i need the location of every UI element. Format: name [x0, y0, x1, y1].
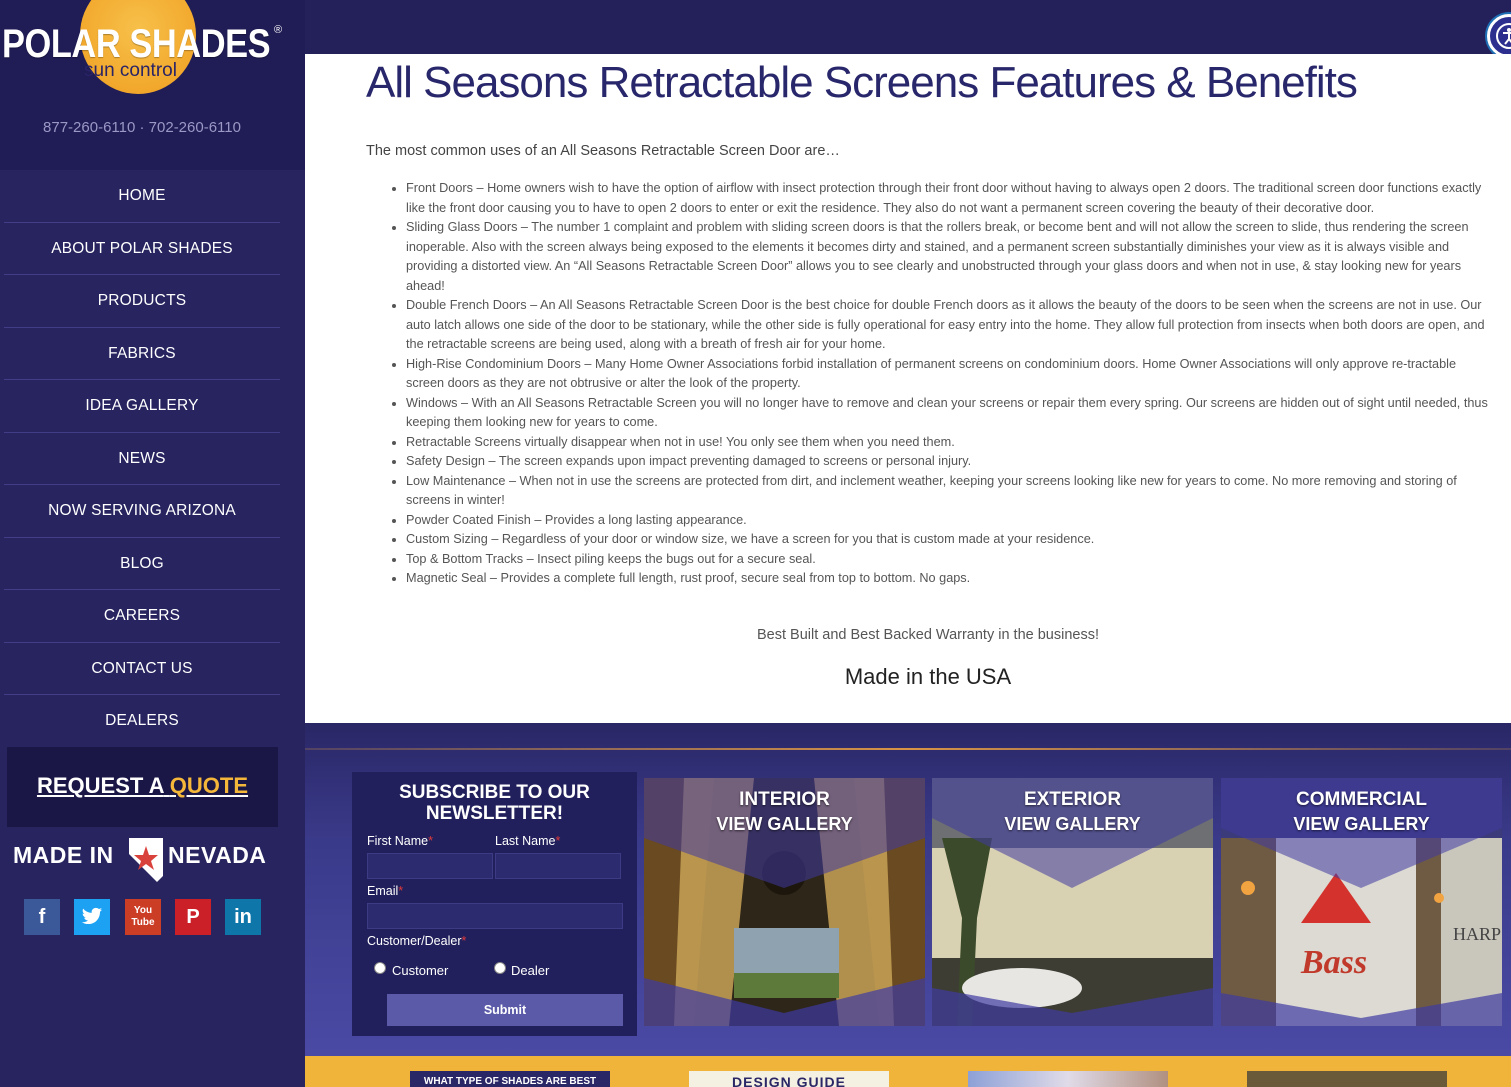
pinterest-icon[interactable]: P [175, 899, 211, 935]
nav-item-dealers[interactable]: DEALERS [4, 695, 280, 748]
list-item: Custom Sizing – Regardless of your door … [406, 530, 1492, 550]
nav-item-news[interactable]: NEWS [4, 433, 280, 485]
top-bar [305, 0, 1511, 54]
list-item: Top & Bottom Tracks – Insect piling keep… [406, 550, 1492, 570]
list-item: Powder Coated Finish – Provides a long l… [406, 511, 1492, 531]
page-title: All Seasons Retractable Screens Features… [366, 58, 1358, 107]
nav-item-home[interactable]: HOME [4, 170, 280, 223]
exterior-gallery-card[interactable]: EXTERIOR VIEW GALLERY [932, 778, 1213, 1026]
newsletter-title: SUBSCRIBE TO OUR NEWSLETTER! [399, 782, 590, 824]
promo-card-3[interactable] [968, 1071, 1168, 1087]
view-gallery-link[interactable]: VIEW GALLERY [644, 814, 925, 835]
warranty-tagline: Best Built and Best Backed Warranty in t… [757, 627, 1099, 643]
nav-item-about[interactable]: ABOUT POLAR SHADES [4, 223, 280, 275]
list-item: Low Maintenance – When not in use the sc… [406, 472, 1492, 511]
list-item: Front Doors – Home owners wish to have t… [406, 179, 1492, 218]
phone-numbers[interactable]: 877-260-6110 · 702-260-6110 [0, 119, 284, 136]
view-gallery-link[interactable]: VIEW GALLERY [1221, 814, 1502, 835]
first-name-field[interactable] [367, 853, 493, 879]
list-item: Magnetic Seal – Provides a complete full… [406, 569, 1492, 589]
nav-item-products[interactable]: PRODUCTS [4, 275, 280, 328]
promo-card-4[interactable] [1247, 1071, 1447, 1087]
made-in-text: MADE IN [13, 842, 114, 868]
youtube-icon[interactable]: You Tube [125, 899, 161, 935]
submit-button[interactable]: Submit [387, 994, 623, 1026]
facebook-icon[interactable]: f [24, 899, 60, 935]
twitter-icon[interactable] [74, 899, 110, 935]
main-content: All Seasons Retractable Screens Features… [305, 54, 1511, 723]
made-in-nevada-badge: MADE IN NEVADA [13, 836, 283, 886]
list-item: Retractable Screens virtually disappear … [406, 433, 1492, 453]
first-name-label: First Name* [367, 834, 433, 848]
gallery-title: EXTERIOR [1023, 789, 1122, 810]
sidebar: POLAR SHADES ® sun control 877-260-6110 … [0, 0, 305, 1087]
registered-mark: ® [274, 24, 283, 36]
list-item: High-Rise Condominium Doors – Many Home … [406, 355, 1492, 394]
dealer-radio-label[interactable]: Dealer [511, 963, 549, 978]
nevada-state-icon [129, 838, 163, 882]
request-quote-button[interactable]: REQUEST A QUOTE [7, 747, 278, 827]
promo-strip: WHAT TYPE OF SHADES ARE BEST DESIGN GUID… [305, 1056, 1511, 1087]
nav-item-idea-gallery[interactable]: IDEA GALLERY [4, 380, 280, 433]
band-divider [305, 748, 1511, 750]
view-gallery-link[interactable]: VIEW GALLERY [932, 814, 1213, 835]
brand-tagline: sun control [84, 60, 177, 81]
nav-item-arizona[interactable]: NOW SERVING ARIZONA [4, 485, 280, 538]
nav-item-blog[interactable]: BLOG [4, 538, 280, 590]
nevada-text: NEVADA [168, 842, 267, 868]
feature-list: Front Doors – Home owners wish to have t… [406, 179, 1492, 589]
customer-radio[interactable] [374, 962, 386, 974]
logo-area[interactable]: POLAR SHADES ® sun control 877-260-6110 … [0, 0, 305, 170]
gallery-title: INTERIOR [739, 789, 830, 810]
nav-item-fabrics[interactable]: FABRICS [4, 328, 280, 380]
svg-text:Bass: Bass [1300, 944, 1367, 981]
accessibility-icon [1496, 23, 1511, 49]
newsletter-form: SUBSCRIBE TO OUR NEWSLETTER! First Name*… [352, 772, 637, 1036]
customer-dealer-label: Customer/Dealer* [367, 934, 467, 948]
main-nav: HOME ABOUT POLAR SHADES PRODUCTS FABRICS… [4, 170, 280, 748]
quote-accent: QUOTE [169, 773, 249, 798]
linkedin-icon[interactable]: in [225, 899, 261, 935]
list-item: Sliding Glass Doors – The number 1 compl… [406, 218, 1492, 296]
design-guide-card[interactable]: DESIGN GUIDE [689, 1071, 889, 1087]
social-links: f You Tube P in [24, 899, 284, 935]
email-label: Email* [367, 884, 404, 898]
list-item: Safety Design – The screen expands upon … [406, 452, 1492, 472]
dealer-radio[interactable] [494, 962, 506, 974]
list-item: Double French Doors – An All Seasons Ret… [406, 296, 1492, 355]
customer-radio-label[interactable]: Customer [392, 963, 448, 978]
commercial-gallery-card[interactable]: Bass HARP COMMERCIAL VIEW GALLERY [1221, 778, 1502, 1026]
list-item: Windows – With an All Seasons Retractabl… [406, 394, 1492, 433]
last-name-field[interactable] [495, 853, 621, 879]
last-name-label: Last Name* [495, 834, 561, 848]
interior-gallery-card[interactable]: INTERIOR VIEW GALLERY [644, 778, 925, 1026]
made-in-usa: Made in the USA [844, 664, 1012, 689]
shades-guide-card[interactable]: WHAT TYPE OF SHADES ARE BEST [410, 1071, 610, 1087]
email-field[interactable] [367, 903, 623, 929]
nav-item-contact[interactable]: CONTACT US [4, 643, 280, 695]
gallery-title: COMMERCIAL [1296, 789, 1427, 810]
nav-item-careers[interactable]: CAREERS [4, 590, 280, 643]
quote-prefix: REQUEST A [36, 773, 164, 798]
svg-text:HARP: HARP [1453, 924, 1501, 944]
intro-text: The most common uses of an All Seasons R… [366, 143, 840, 159]
